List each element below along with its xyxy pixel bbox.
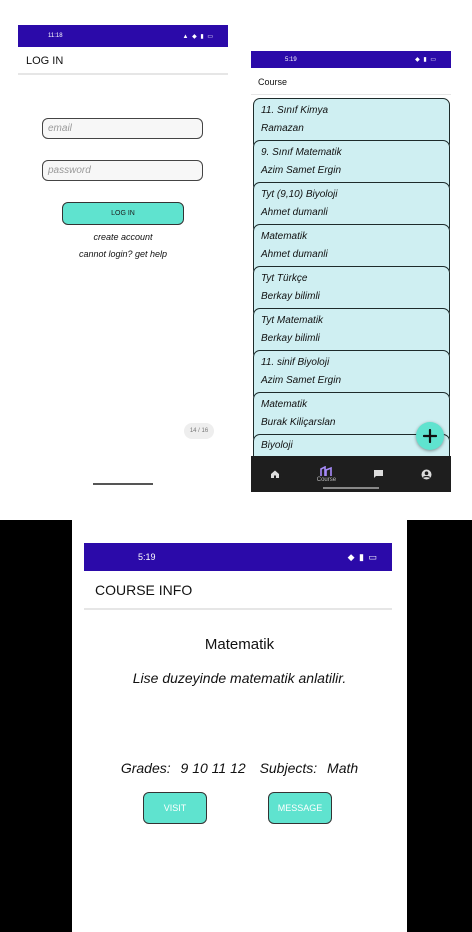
- course-description: Lise duzeyinde matematik anlatilir.: [132, 670, 347, 686]
- course-teacher: Berkay bilimli: [261, 333, 320, 344]
- course-teacher: Ahmet dumanli: [261, 249, 328, 260]
- create-account-link[interactable]: create account: [58, 232, 188, 242]
- password-placeholder: password: [48, 165, 91, 176]
- nav-course-label: Course: [316, 476, 337, 483]
- status-icons: ▲ ◆ ▮ ▭: [182, 33, 214, 40]
- course-teacher: Azim Samet Ergin: [261, 375, 342, 386]
- home-indicator: [93, 483, 153, 485]
- course-name: Matematik: [204, 636, 275, 653]
- grades-label: Grades:: [120, 760, 171, 776]
- course-name: 11. Sınıf Kimya: [261, 105, 329, 116]
- nav-home[interactable]: [270, 469, 280, 479]
- message-button-label: MESSAGE: [277, 803, 323, 813]
- course-teacher: Ramazan: [261, 123, 304, 134]
- status-time: 5:19: [285, 56, 297, 63]
- email-placeholder: email: [48, 123, 72, 134]
- message-button[interactable]: MESSAGE: [268, 792, 332, 824]
- status-bar: 5:19 ◆ ▮ ▭: [251, 51, 451, 68]
- page-title: Course: [258, 77, 288, 87]
- profile-icon: [421, 469, 432, 479]
- course-name: Matematik: [261, 231, 308, 242]
- cannot-login-link[interactable]: cannot login? get help: [48, 249, 198, 259]
- course-teacher: Burak Kiliçarslan: [261, 417, 336, 428]
- login-button[interactable]: LOG IN: [62, 202, 184, 225]
- course-teacher: Berkay bilimli: [261, 291, 320, 302]
- login-screen: 11:18 ▲ ◆ ▮ ▭ LOG IN email password LOG …: [18, 25, 228, 495]
- status-bar: 11:18 ▲ ◆ ▮ ▭: [18, 25, 228, 47]
- home-indicator: [323, 487, 379, 489]
- course-name: 11. sinif Biyoloji: [261, 357, 330, 368]
- black-band-left: [0, 520, 72, 932]
- status-time: 5:19: [138, 552, 156, 562]
- nav-profile[interactable]: [421, 469, 432, 480]
- black-band-right: [407, 520, 472, 932]
- course-name: Tyt (9,10) Biyoloji: [261, 189, 338, 200]
- page-counter: 14 / 16: [184, 423, 214, 439]
- course-icon: [320, 465, 333, 476]
- add-course-button[interactable]: [416, 422, 444, 450]
- course-teacher: Ahmet dumanli: [261, 207, 328, 218]
- plus-icon: [423, 429, 437, 443]
- course-details: Grades: 9 10 11 12 Subjects: Math: [72, 760, 407, 776]
- status-icons: ◆ ▮ ▭: [415, 57, 437, 63]
- course-name: Matematik: [261, 399, 308, 410]
- visit-button[interactable]: VISIT: [143, 792, 207, 824]
- course-teacher: Azim Samet Ergin: [261, 165, 342, 176]
- page-title: COURSE INFO: [95, 582, 193, 598]
- status-time: 11:18: [48, 33, 63, 39]
- title-divider: [251, 94, 451, 95]
- visit-button-label: VISIT: [163, 803, 187, 813]
- nav-chat[interactable]: [373, 469, 384, 479]
- title-divider: [84, 608, 392, 610]
- subjects-value: Math: [327, 760, 359, 776]
- grades-value: 9 10 11 12: [180, 760, 246, 776]
- chat-icon: [374, 470, 384, 478]
- title-divider: [18, 73, 228, 75]
- course-screen: 5:19 ◆ ▮ ▭ Course 11. Sınıf Kimya Ramaza…: [251, 51, 451, 492]
- home-icon: [270, 470, 279, 478]
- page-title: LOG IN: [26, 55, 64, 67]
- info-screen: 5:19 ◆ ▮ ▭ COURSE INFO Matematik Lise du…: [72, 520, 407, 932]
- status-bar: 5:19 ◆ ▮ ▭: [84, 543, 392, 571]
- login-button-label: LOG IN: [111, 210, 135, 217]
- subjects-label: Subjects:: [259, 760, 318, 776]
- nav-course[interactable]: Course: [316, 465, 337, 483]
- course-name: Tyt Matematik: [261, 315, 324, 326]
- email-field[interactable]: email: [42, 118, 203, 139]
- course-name: 9. Sınıf Matematik: [261, 147, 342, 158]
- password-field[interactable]: password: [42, 160, 203, 181]
- course-name: Tyt Türkçe: [261, 273, 308, 284]
- status-icons: ◆ ▮ ▭: [347, 551, 378, 562]
